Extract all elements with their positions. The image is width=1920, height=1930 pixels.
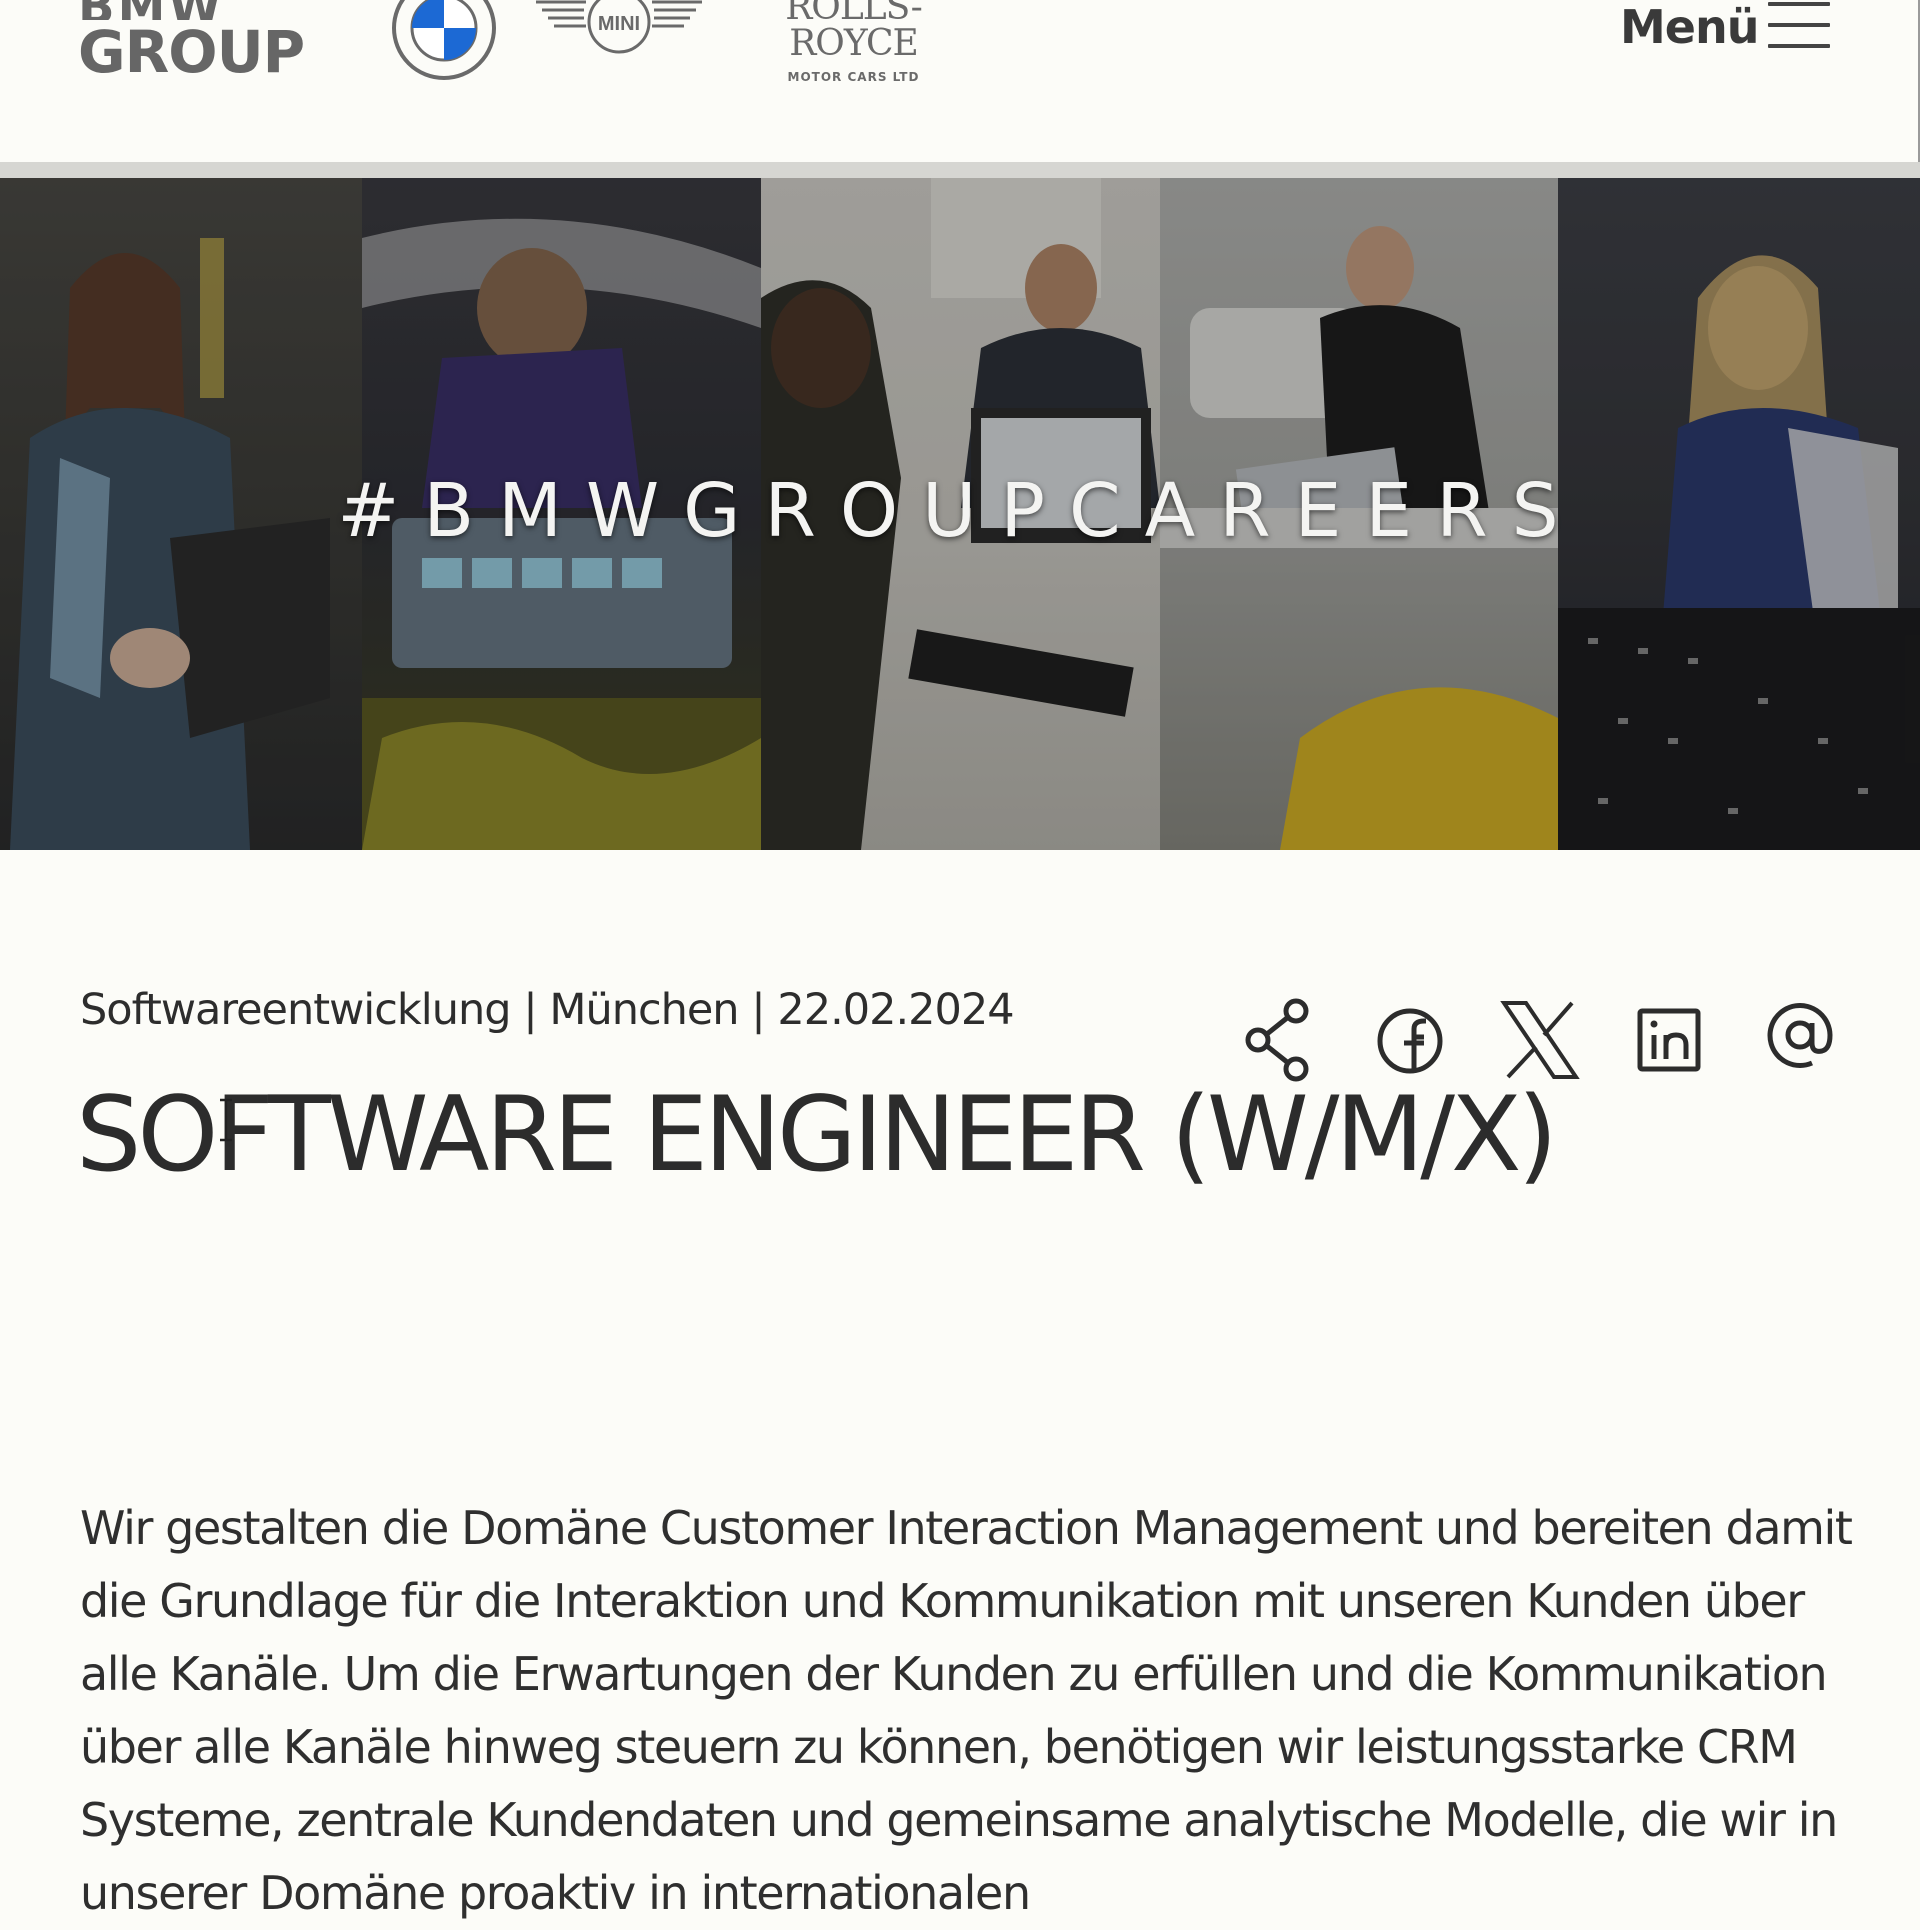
hero-banner: #BMWGROUPCAREERS: [0, 178, 1920, 850]
share-toolbar: [1240, 995, 1840, 1085]
rolls-royce-subtitle: MOTOR CARS LTD: [787, 70, 920, 84]
rolls-royce-name: ROLLS-ROYCE: [785, 0, 923, 64]
mini-logo-text: MINI: [598, 13, 640, 35]
logo-bmw-text: BMW: [78, 0, 288, 20]
rolls-royce-logo[interactable]: ROLLS-ROYCE MOTOR CARS LTD: [736, 0, 971, 84]
share-icon[interactable]: [1240, 995, 1320, 1085]
text-cursor-icon: [220, 1098, 232, 1142]
job-title: SOFTWARE ENGINEER (W/M/X): [76, 1075, 1558, 1195]
email-at-icon[interactable]: [1760, 995, 1840, 1085]
hero-hashtag: #BMWGROUPCAREERS: [337, 468, 1583, 554]
linkedin-icon[interactable]: [1630, 995, 1710, 1085]
menu-button-label[interactable]: Menü: [1620, 0, 1759, 54]
hamburger-menu-icon[interactable]: [1768, 2, 1830, 50]
facebook-icon[interactable]: [1370, 995, 1450, 1085]
job-intro-paragraph: Wir gestalten die Domäne Customer Intera…: [80, 1501, 1853, 1920]
site-header: BMW GROUP MINI ROLLS-ROYCE MOTOR CARS LT…: [0, 0, 1920, 162]
job-meta-line: Softwareentwicklung | München | 22.02.20…: [80, 985, 1015, 1035]
logo-group-text: GROUP: [78, 18, 305, 86]
header-divider: [0, 162, 1920, 178]
x-twitter-icon[interactable]: [1500, 995, 1580, 1085]
bmw-group-logo[interactable]: BMW GROUP: [78, 0, 305, 86]
